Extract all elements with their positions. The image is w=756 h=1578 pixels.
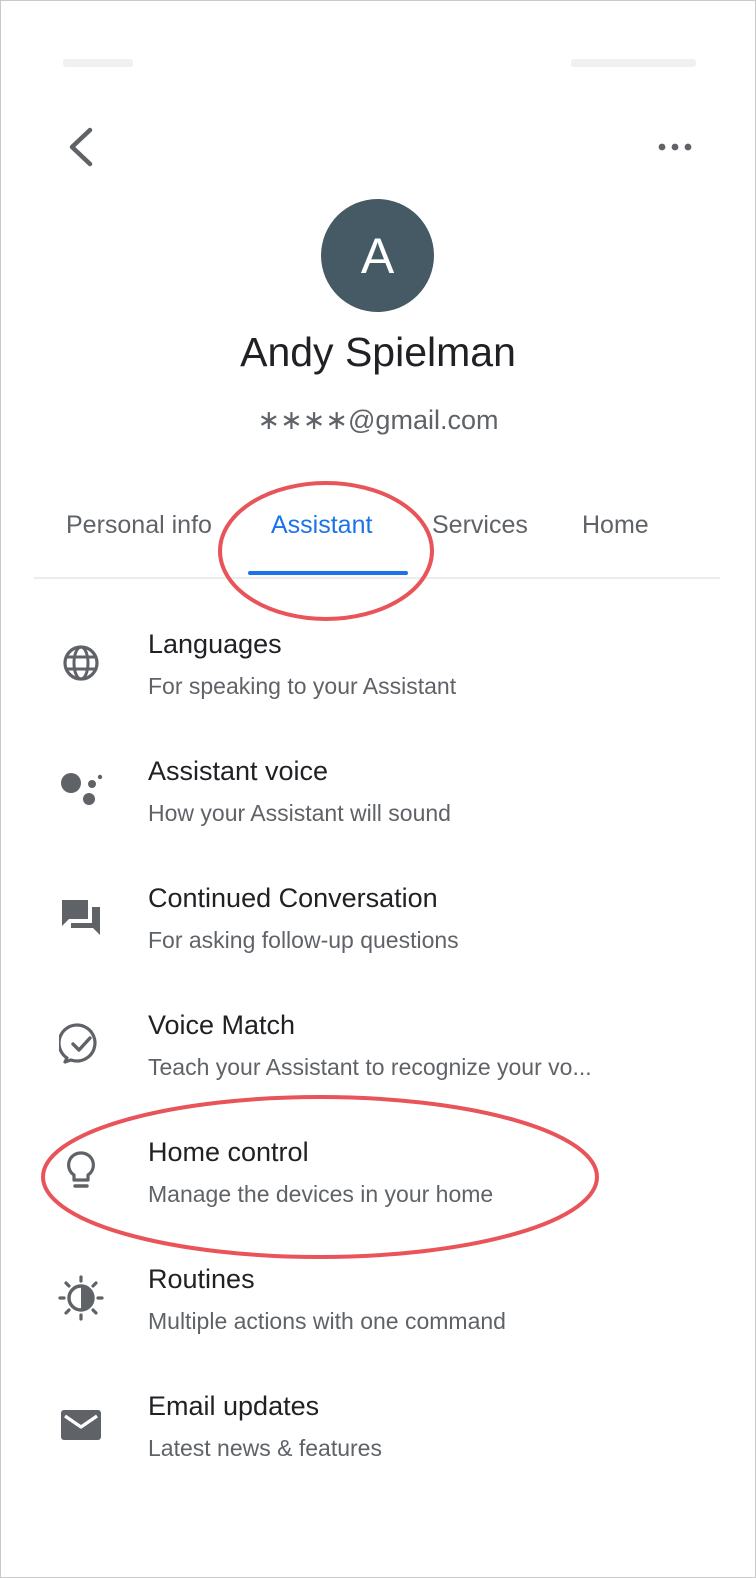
status-bar-right-remnant xyxy=(571,59,696,67)
setting-title: Voice Match xyxy=(148,1010,296,1040)
setting-home-control[interactable]: Home control Manage the devices in your … xyxy=(1,1109,755,1219)
assistant-dots-icon xyxy=(57,766,105,814)
setting-routines[interactable]: Routines Multiple actions with one comma… xyxy=(1,1236,755,1346)
more-horizontal-icon xyxy=(658,143,692,151)
avatar[interactable]: A xyxy=(321,199,434,312)
setting-email-updates[interactable]: Email updates Latest news & features xyxy=(1,1363,755,1473)
selected-tab-indicator xyxy=(248,571,408,575)
setting-title: Email updates xyxy=(148,1391,320,1421)
setting-languages[interactable]: Languages For speaking to your Assistant xyxy=(1,601,755,711)
phone-screen: A Andy Spielman ∗∗∗∗@gmail.com Personal … xyxy=(0,0,756,1578)
back-button[interactable] xyxy=(53,119,109,175)
setting-continued-conversation[interactable]: Continued Conversation For asking follow… xyxy=(1,855,755,965)
tab-assistant[interactable]: Assistant xyxy=(271,511,372,540)
chevron-left-icon xyxy=(69,127,93,167)
status-bar-left-remnant xyxy=(63,59,133,67)
more-options-button[interactable] xyxy=(647,119,703,175)
tab-home[interactable]: Home xyxy=(582,511,649,540)
tab-services[interactable]: Services xyxy=(432,511,528,540)
setting-subtitle: Manage the devices in your home xyxy=(148,1181,494,1207)
setting-subtitle: For speaking to your Assistant xyxy=(148,673,457,699)
profile-email: ∗∗∗∗@gmail.com xyxy=(257,405,499,435)
setting-subtitle: Multiple actions with one command xyxy=(148,1308,506,1334)
setting-title: Languages xyxy=(148,629,282,659)
voice-match-check-icon xyxy=(57,1020,105,1068)
top-bar xyxy=(1,111,755,191)
chat-bubbles-icon xyxy=(57,893,105,941)
profile-name: Andy Spielman xyxy=(240,329,516,375)
globe-icon xyxy=(57,639,105,687)
setting-title: Home control xyxy=(148,1137,309,1167)
tab-bar: Personal info Assistant Services Home xyxy=(34,491,720,579)
setting-voice-match[interactable]: Voice Match Teach your Assistant to reco… xyxy=(1,982,755,1092)
setting-assistant-voice[interactable]: Assistant voice How your Assistant will … xyxy=(1,728,755,838)
setting-title: Assistant voice xyxy=(148,756,329,786)
setting-subtitle: Latest news & features xyxy=(148,1435,382,1461)
setting-title: Continued Conversation xyxy=(148,883,438,913)
setting-subtitle: Teach your Assistant to recognize your v… xyxy=(148,1054,592,1080)
avatar-letter: A xyxy=(360,227,395,284)
routines-sun-icon xyxy=(57,1274,105,1322)
mail-icon xyxy=(57,1401,105,1449)
setting-title: Routines xyxy=(148,1264,255,1294)
lightbulb-icon xyxy=(57,1147,105,1195)
tab-personal-info[interactable]: Personal info xyxy=(66,511,236,540)
setting-subtitle: How your Assistant will sound xyxy=(148,800,451,826)
setting-subtitle: For asking follow-up questions xyxy=(148,927,459,953)
